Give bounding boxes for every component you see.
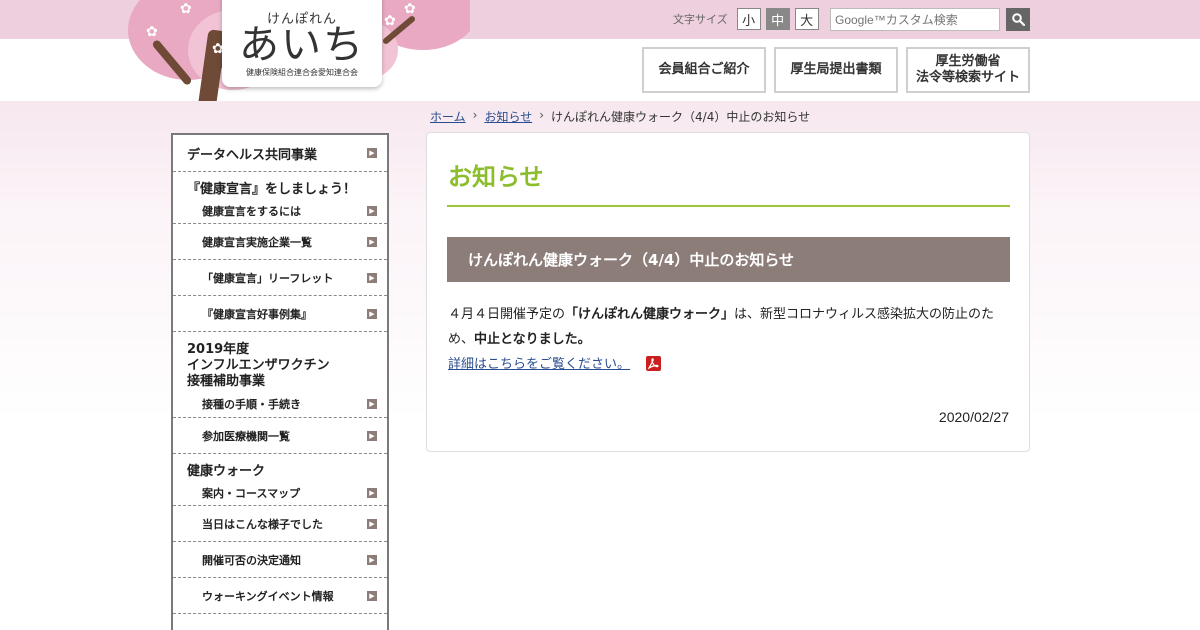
sidebar-item-data-health[interactable]: データヘルス共同事業 ▶ (173, 135, 387, 172)
sidebar-menu: データヘルス共同事業 ▶ 『健康宣言』をしましょう！ 健康宣言をするには ▶ 健… (171, 133, 389, 630)
sidebar-item-walk-decision-notice[interactable]: 開催可否の決定通知 ▶ (173, 542, 387, 578)
sidebar-item-label: 当日はこんな様子でした (202, 517, 323, 531)
sidebar-item-label: 健康宣言実施企業一覧 (202, 235, 312, 249)
chevron-right-icon: ▶ (367, 487, 377, 498)
sidebar-item-label: データヘルス共同事業 (187, 147, 318, 163)
article-title-bar: けんぽれん健康ウォーク（4/4）中止のお知らせ (447, 237, 1010, 282)
nav-health-bureau-documents-button[interactable]: 厚生局提出書類 (774, 47, 898, 93)
article-text-part: ４月４日開催予定の (448, 307, 566, 322)
breadcrumb-separator: › (539, 108, 545, 122)
sidebar-heading-health-declaration: 『健康宣言』をしましょう！ (187, 182, 357, 197)
breadcrumb: ホーム › お知らせ › けんぽれん健康ウォーク（4/4）中止のお知らせ (430, 108, 810, 125)
sidebar-item-label: ウォーキングイベント情報 (202, 589, 334, 603)
chevron-right-icon: ▶ (367, 590, 377, 601)
font-size-large-button[interactable]: 大 (794, 8, 819, 30)
nav-health-bureau-documents-label: 厚生局提出書類 (790, 62, 882, 77)
sidebar-item-label: 開催可否の決定通知 (202, 553, 301, 567)
breadcrumb-separator: › (472, 108, 478, 122)
font-size-small-button[interactable]: 小 (736, 8, 761, 30)
breadcrumb-home-link[interactable]: ホーム (430, 108, 466, 125)
nav-member-unions-label: 会員組合ご紹介 (658, 62, 750, 77)
sidebar-heading-line: 接種補助事業 (187, 374, 266, 389)
sidebar-item-flu-clinics[interactable]: 参加医療機関一覧 ▶ (173, 418, 387, 454)
article-text-bold: 「けんぽれん健康ウォーク」 (565, 307, 735, 322)
sidebar-item-label: 接種の手順・手続き (202, 397, 301, 411)
sidebar-item-flu-procedure[interactable]: 接種の手順・手続き ▶ (173, 390, 387, 418)
nav-member-unions-button[interactable]: 会員組合ご紹介 (642, 47, 766, 93)
chevron-right-icon: ▶ (367, 430, 377, 441)
sidebar-group-health-declaration: 『健康宣言』をしましょう！ 健康宣言をするには ▶ 健康宣言実施企業一覧 ▶ 「… (173, 172, 387, 332)
chevron-right-icon: ▶ (367, 148, 377, 158)
article-link-row: 詳細はこちらをご覧ください。 (448, 352, 1008, 377)
site-logo[interactable]: けんぽれん あいち 健康保険組合連合会愛知連合会 (222, 0, 382, 87)
nav-mhlw-law-search-line1: 厚生労働省 (935, 54, 1001, 69)
sidebar-item-label: 参加医療機関一覧 (202, 429, 290, 443)
section-title: お知らせ (448, 163, 544, 191)
sidebar-item-declaration-examples[interactable]: 『健康宣言好事例集』 ▶ (173, 296, 387, 332)
article-text: ４月４日開催予定の「けんぽれん健康ウォーク」は、新型コロナウィルス感染拡大の防止… (448, 302, 1008, 352)
pdf-icon[interactable] (646, 356, 662, 371)
article-text-bold: 中止となりました。 (474, 332, 591, 347)
logo-subtitle: 健康保険組合連合会愛知連合会 (246, 68, 358, 77)
logo-main-text: あいち (239, 22, 365, 68)
font-size-control: 文字サイズ 小 中 大 (673, 8, 819, 30)
nav-mhlw-law-search-line2: 法令等検索サイト (915, 70, 1020, 85)
sidebar-item-label: 「健康宣言」リーフレット (202, 271, 334, 285)
article-title: けんぽれん健康ウォーク（4/4）中止のお知らせ (468, 251, 795, 269)
article-body: ４月４日開催予定の「けんぽれん健康ウォーク」は、新型コロナウィルス感染拡大の防止… (448, 302, 1008, 377)
search-button[interactable] (1006, 8, 1030, 31)
font-size-label: 文字サイズ (673, 13, 728, 26)
chevron-right-icon: ▶ (367, 236, 377, 247)
breadcrumb-current: けんぽれん健康ウォーク（4/4）中止のお知らせ (551, 110, 811, 124)
chevron-right-icon: ▶ (367, 308, 377, 319)
sidebar-item-label: 健康宣言をするには (202, 204, 301, 218)
sidebar-heading-flu-vaccine: 2019年度 インフルエンザワクチン 接種補助事業 (173, 332, 387, 390)
article-date: 2020/02/27 (938, 409, 1009, 425)
sidebar-heading-line: 2019年度 (187, 342, 250, 357)
nav-mhlw-law-search-button[interactable]: 厚生労働省 法令等検索サイト (906, 47, 1030, 93)
chevron-right-icon: ▶ (367, 398, 377, 409)
sidebar-item-declaration-leaflet[interactable]: 「健康宣言」リーフレット ▶ (173, 260, 387, 296)
section-divider (447, 205, 1010, 207)
chevron-right-icon: ▶ (367, 272, 377, 283)
font-size-medium-button[interactable]: 中 (765, 8, 790, 30)
site-search (830, 8, 1030, 31)
sidebar-heading-line: インフルエンザワクチン (187, 358, 330, 373)
news-panel: お知らせ けんぽれん健康ウォーク（4/4）中止のお知らせ ４月４日開催予定の「け… (426, 132, 1030, 452)
sidebar-item-declaration-how-to[interactable]: 健康宣言をするには ▶ (173, 198, 387, 224)
sidebar-group-flu-vaccine: 2019年度 インフルエンザワクチン 接種補助事業 接種の手順・手続き ▶ 参加… (173, 332, 387, 454)
chevron-right-icon: ▶ (367, 205, 377, 216)
sidebar-item-walk-course-map[interactable]: 案内・コースマップ ▶ (173, 480, 387, 506)
chevron-right-icon: ▶ (367, 554, 377, 565)
sidebar-heading-health-walk: 健康ウォーク (187, 464, 266, 479)
breadcrumb-news-link[interactable]: お知らせ (484, 108, 532, 125)
sidebar-item-label: 『健康宣言好事例集』 (202, 307, 312, 321)
sidebar-item-label: 案内・コースマップ (202, 486, 301, 500)
sidebar-item-declaration-companies[interactable]: 健康宣言実施企業一覧 ▶ (173, 224, 387, 260)
chevron-right-icon: ▶ (367, 518, 377, 529)
details-pdf-link[interactable]: 詳細はこちらをご覧ください。 (448, 357, 630, 372)
sidebar-group-health-walk: 健康ウォーク 案内・コースマップ ▶ 当日はこんな様子でした ▶ 開催可否の決定… (173, 454, 387, 614)
search-input[interactable] (830, 8, 1000, 31)
search-icon (1011, 13, 1025, 26)
sidebar-item-walk-day-report[interactable]: 当日はこんな様子でした ▶ (173, 506, 387, 542)
sidebar-item-walk-events[interactable]: ウォーキングイベント情報 ▶ (173, 578, 387, 614)
